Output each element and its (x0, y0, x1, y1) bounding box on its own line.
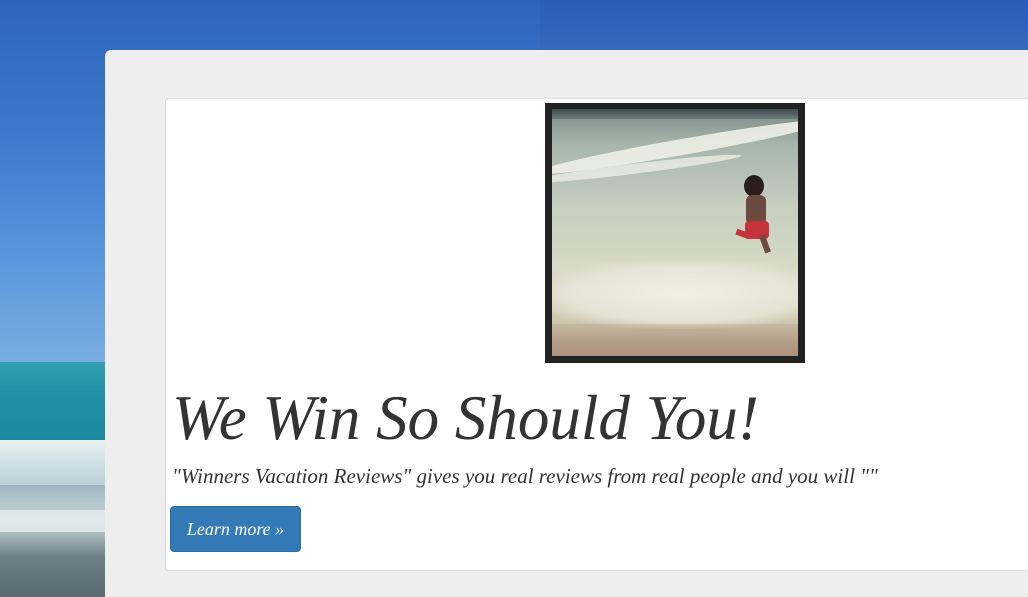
learn-more-button[interactable]: Learn more » (170, 506, 301, 552)
background-sea (0, 362, 120, 452)
background-wave (0, 440, 120, 490)
hero-description: "Winners Vacation Reviews" gives you rea… (172, 464, 878, 488)
hero-photo (545, 103, 805, 363)
background-sky-band (540, 0, 1028, 50)
child-at-beach-image (552, 109, 798, 356)
background-shore (0, 485, 120, 597)
background-foam (0, 510, 120, 532)
hero-title: We Win So Should You! (172, 383, 759, 453)
